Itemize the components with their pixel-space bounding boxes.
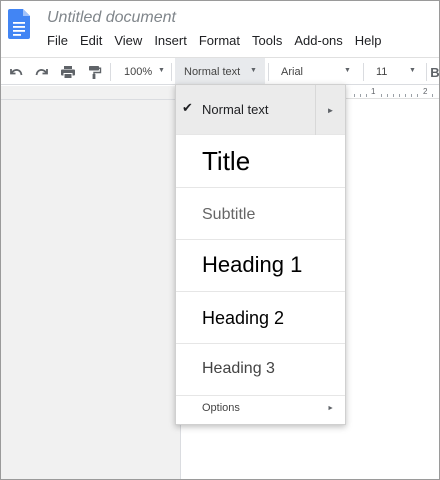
ruler-tick (399, 94, 400, 97)
chevron-down-icon: ▼ (250, 67, 257, 74)
menu-add-ons[interactable]: Add-ons (288, 32, 348, 50)
zoom-value: 100% (124, 66, 153, 78)
undo-icon[interactable] (5, 61, 27, 83)
docs-logo-icon[interactable] (8, 9, 30, 39)
style-option-label: Heading 2 (202, 308, 285, 328)
ruler-tick (354, 94, 355, 97)
ruler-divider (0, 99, 182, 100)
font-size-select[interactable]: 11 ▼ (367, 58, 423, 86)
paint-format-icon[interactable] (83, 61, 105, 83)
style-value: Normal text (184, 66, 241, 78)
style-option-heading-1[interactable]: Heading 1 (176, 240, 345, 292)
style-option-normal-text[interactable]: ✔ Normal text ► (176, 85, 345, 135)
ruler-tick (405, 94, 406, 97)
toolbar-separator (363, 63, 364, 81)
style-option-heading-3[interactable]: Heading 3 (176, 344, 345, 396)
ruler: 1 2 (346, 86, 440, 99)
chevron-down-icon: ▼ (158, 67, 165, 74)
style-option-label: Title (202, 146, 251, 176)
menu-view[interactable]: View (108, 32, 148, 50)
toolbar-separator (268, 63, 269, 81)
ruler-tick (387, 94, 388, 97)
ruler-tick (366, 94, 367, 97)
submenu-arrow-icon[interactable]: ► (315, 85, 345, 135)
menu-tools[interactable]: Tools (246, 32, 288, 50)
menu-format[interactable]: Format (193, 32, 246, 50)
menu-bar: File Edit View Insert Format Tools Add-o… (41, 32, 388, 50)
menu-help[interactable]: Help (349, 32, 388, 50)
font-value: Arial (281, 66, 304, 78)
ruler-tick (360, 94, 361, 97)
paragraph-style-menu: ✔ Normal text ► Title Subtitle Heading 1… (175, 84, 346, 425)
redo-icon[interactable] (31, 61, 53, 83)
ruler-label: 1 (371, 87, 376, 96)
ruler-tick (417, 94, 418, 97)
toolbar-separator (110, 63, 111, 81)
chevron-down-icon: ▼ (409, 67, 416, 74)
checkmark-icon: ✔ (182, 100, 193, 115)
toolbar-separator (171, 63, 172, 81)
toolbar: 100% ▼ Normal text ▼ Arial ▼ 11 ▼ B (0, 57, 440, 86)
paragraph-style-select[interactable]: Normal text ▼ (175, 58, 265, 86)
font-select[interactable]: Arial ▼ (272, 58, 360, 86)
zoom-select[interactable]: 100% ▼ (115, 58, 170, 86)
bold-icon[interactable]: B (430, 61, 440, 83)
ruler-tick (381, 94, 382, 97)
menu-edit[interactable]: Edit (74, 32, 108, 50)
toolbar-separator (426, 63, 427, 81)
ruler-tick (411, 94, 412, 97)
style-option-subtitle[interactable]: Subtitle (176, 188, 345, 240)
menu-file[interactable]: File (41, 32, 74, 50)
style-option-label: Normal text (202, 102, 269, 117)
style-option-label: Heading 1 (202, 252, 303, 277)
document-title[interactable]: Untitled document (47, 9, 176, 27)
ruler-label: 2 (423, 87, 428, 96)
font-size-value: 11 (376, 66, 388, 78)
style-option-label: Subtitle (202, 206, 256, 223)
ruler-tick (432, 94, 433, 97)
style-option-heading-2[interactable]: Heading 2 (176, 292, 345, 344)
print-icon[interactable] (57, 61, 79, 83)
canvas-background (0, 86, 181, 480)
options-label: Options (202, 402, 240, 414)
submenu-arrow-icon: ► (327, 405, 334, 412)
style-options-item[interactable]: Options ► (176, 396, 345, 424)
menu-insert[interactable]: Insert (148, 32, 193, 50)
chevron-down-icon: ▼ (344, 67, 351, 74)
style-option-label: Heading 3 (202, 360, 275, 377)
ruler-tick (393, 94, 394, 97)
style-option-title[interactable]: Title (176, 135, 345, 188)
